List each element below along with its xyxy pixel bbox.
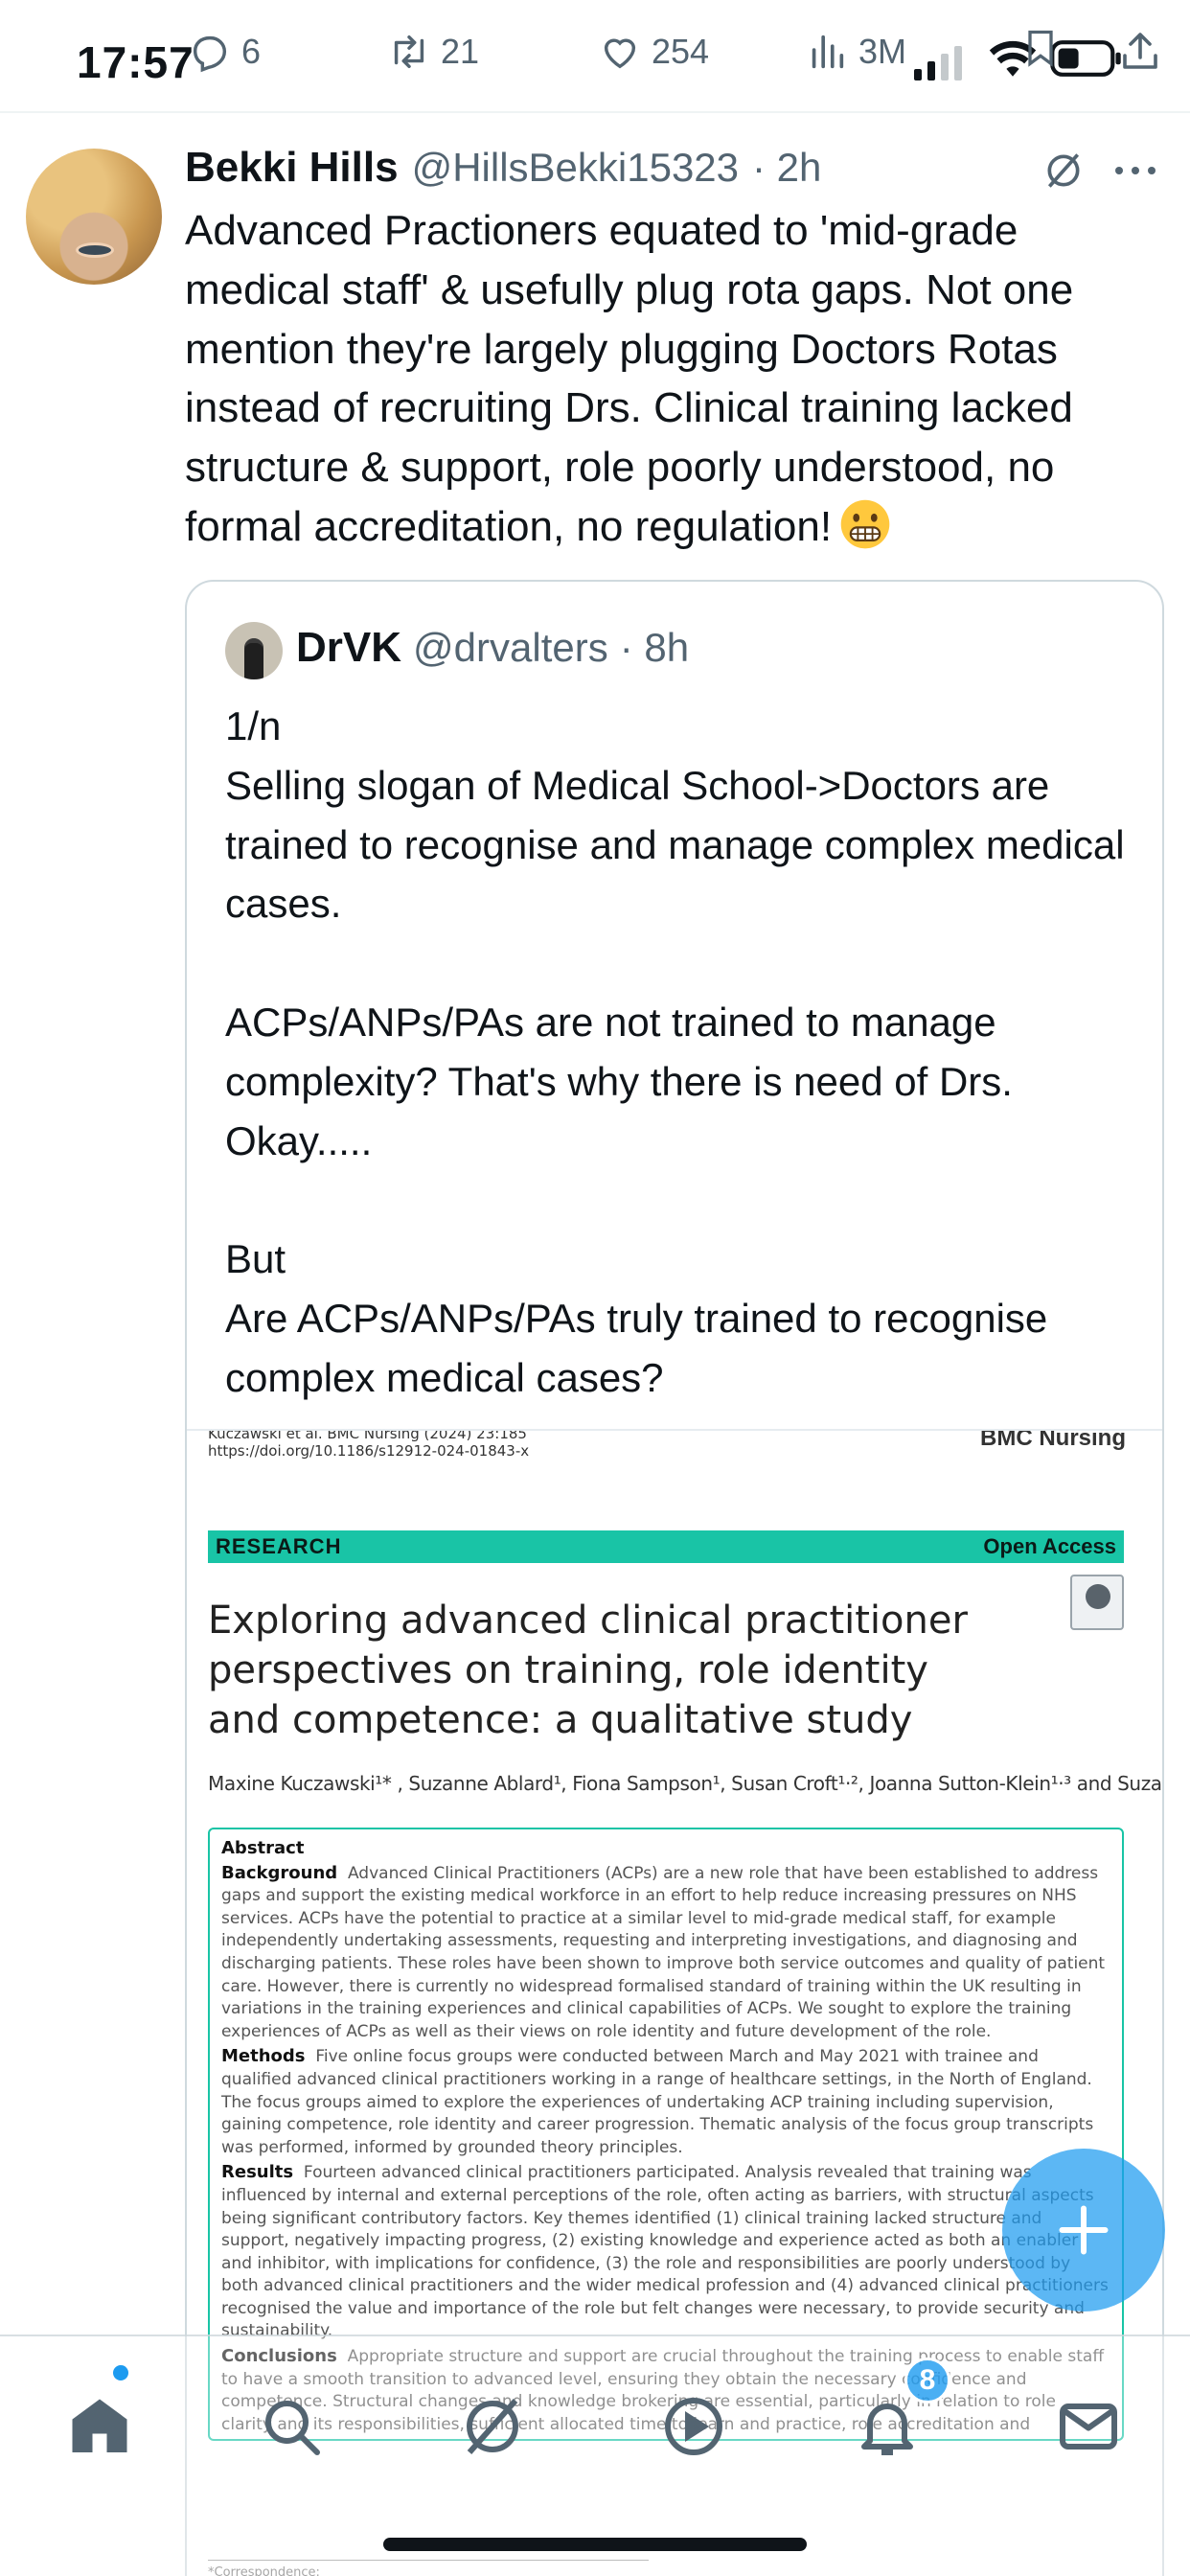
- results-label: Results: [221, 2162, 294, 2183]
- quoted-tweet-text: 1/n Selling slogan of Medical School->Do…: [225, 703, 1125, 1400]
- compose-button[interactable]: [1002, 2149, 1165, 2312]
- methods-label: Methods: [221, 2046, 306, 2067]
- signal-icon: [914, 46, 962, 80]
- check-for-updates-badge: [1070, 1575, 1124, 1630]
- search-icon: [265, 2401, 320, 2455]
- tweet-body: Advanced Practioners equated to 'mid-gra…: [185, 207, 1086, 550]
- grimacing-face-icon: [840, 499, 890, 549]
- quoted-author-name: DrVK: [296, 624, 402, 671]
- paper-journal: BMC Nursing: [980, 1429, 1126, 1451]
- home-unread-dot: [113, 2365, 128, 2380]
- results-text: Fourteen advanced clinical practitioners…: [221, 2163, 1109, 2341]
- quoted-author-avatar: [225, 622, 283, 679]
- abstract-heading: Abstract: [221, 1838, 305, 1858]
- reply-count: 6: [241, 32, 262, 71]
- nav-search[interactable]: [257, 2392, 326, 2461]
- like-count: 254: [652, 32, 710, 71]
- background-label: Background: [221, 1862, 338, 1883]
- like-button[interactable]: 254: [598, 29, 709, 75]
- bookmark-icon[interactable]: [1019, 27, 1062, 69]
- notification-badge: 8: [904, 2358, 950, 2404]
- author-avatar[interactable]: [26, 149, 162, 285]
- background-text: Advanced Clinical Practitioners (ACPs) a…: [221, 1863, 1106, 2041]
- paper-doi: https://doi.org/10.1186/s12912-024-01843…: [208, 1442, 530, 1460]
- grok-icon: [467, 2399, 518, 2454]
- tweet-timestamp[interactable]: · 2h: [752, 145, 821, 191]
- views-count: 3M: [858, 32, 907, 71]
- tweet-text: Advanced Practioners equated to 'mid-gra…: [185, 201, 1172, 557]
- home-indicator: [383, 2538, 807, 2551]
- open-access-label: Open Access: [983, 1534, 1116, 1558]
- author-name[interactable]: Bekki Hills: [185, 144, 399, 192]
- paper-section-label: RESEARCH: [216, 1534, 342, 1558]
- notifications-icon: [861, 2404, 913, 2455]
- author-handle[interactable]: @HillsBekki15323: [412, 145, 739, 191]
- methods-text: Five online focus groups were conducted …: [221, 2047, 1094, 2157]
- quoted-author-line: DrVK @drvalters · 8h: [296, 624, 689, 672]
- messages-icon: [1060, 2404, 1117, 2450]
- repost-icon: [394, 34, 424, 69]
- reply-icon: [193, 35, 227, 73]
- paper-section-banner: RESEARCH Open Access: [208, 1530, 1124, 1563]
- paper-title: Exploring advanced clinical practitioner…: [208, 1598, 968, 1742]
- plus-icon: [1059, 2205, 1109, 2255]
- repost-button[interactable]: 21: [387, 29, 479, 75]
- nav-home[interactable]: [65, 2392, 134, 2461]
- nav-messages[interactable]: [1054, 2392, 1123, 2461]
- share-icon[interactable]: [1117, 29, 1163, 75]
- paper-authors: Maxine Kuczawski¹* , Suzanne Ablard¹, Fi…: [208, 1772, 1164, 1795]
- paper-citation-line: Kuczawski et al. BMC Nursing (2024) 23:1…: [208, 1429, 527, 1442]
- more-options-icon[interactable]: [1113, 161, 1157, 180]
- reply-button[interactable]: 6: [188, 29, 261, 75]
- views-button[interactable]: 3M: [805, 29, 906, 75]
- nav-notifications[interactable]: [853, 2392, 922, 2461]
- status-time: 17:57: [77, 37, 195, 87]
- views-icon: [812, 34, 844, 69]
- grok-icon[interactable]: [1042, 150, 1085, 192]
- tweet-author-line: Bekki Hills @HillsBekki15323 · 2h: [185, 144, 821, 192]
- abstract-methods: Methods Five online focus groups were co…: [221, 2045, 1110, 2159]
- abstract-results: Results Fourteen advanced clinical pract…: [221, 2161, 1110, 2343]
- nav-grok[interactable]: [458, 2392, 527, 2461]
- abstract-background: Background Advanced Clinical Practitione…: [221, 1862, 1110, 2044]
- home-icon: [72, 2399, 127, 2452]
- paper-citation: Kuczawski et al. BMC Nursing (2024) 23:1…: [208, 1429, 530, 1460]
- repost-count: 21: [441, 32, 480, 71]
- video-icon: [665, 2398, 722, 2455]
- top-action-bar: 17:57 6 21 254 3M: [0, 0, 1190, 113]
- quoted-author-handle: @drvalters: [413, 625, 608, 670]
- heart-icon: [604, 38, 636, 69]
- quoted-timestamp: · 8h: [619, 625, 690, 670]
- nav-video[interactable]: [659, 2392, 728, 2461]
